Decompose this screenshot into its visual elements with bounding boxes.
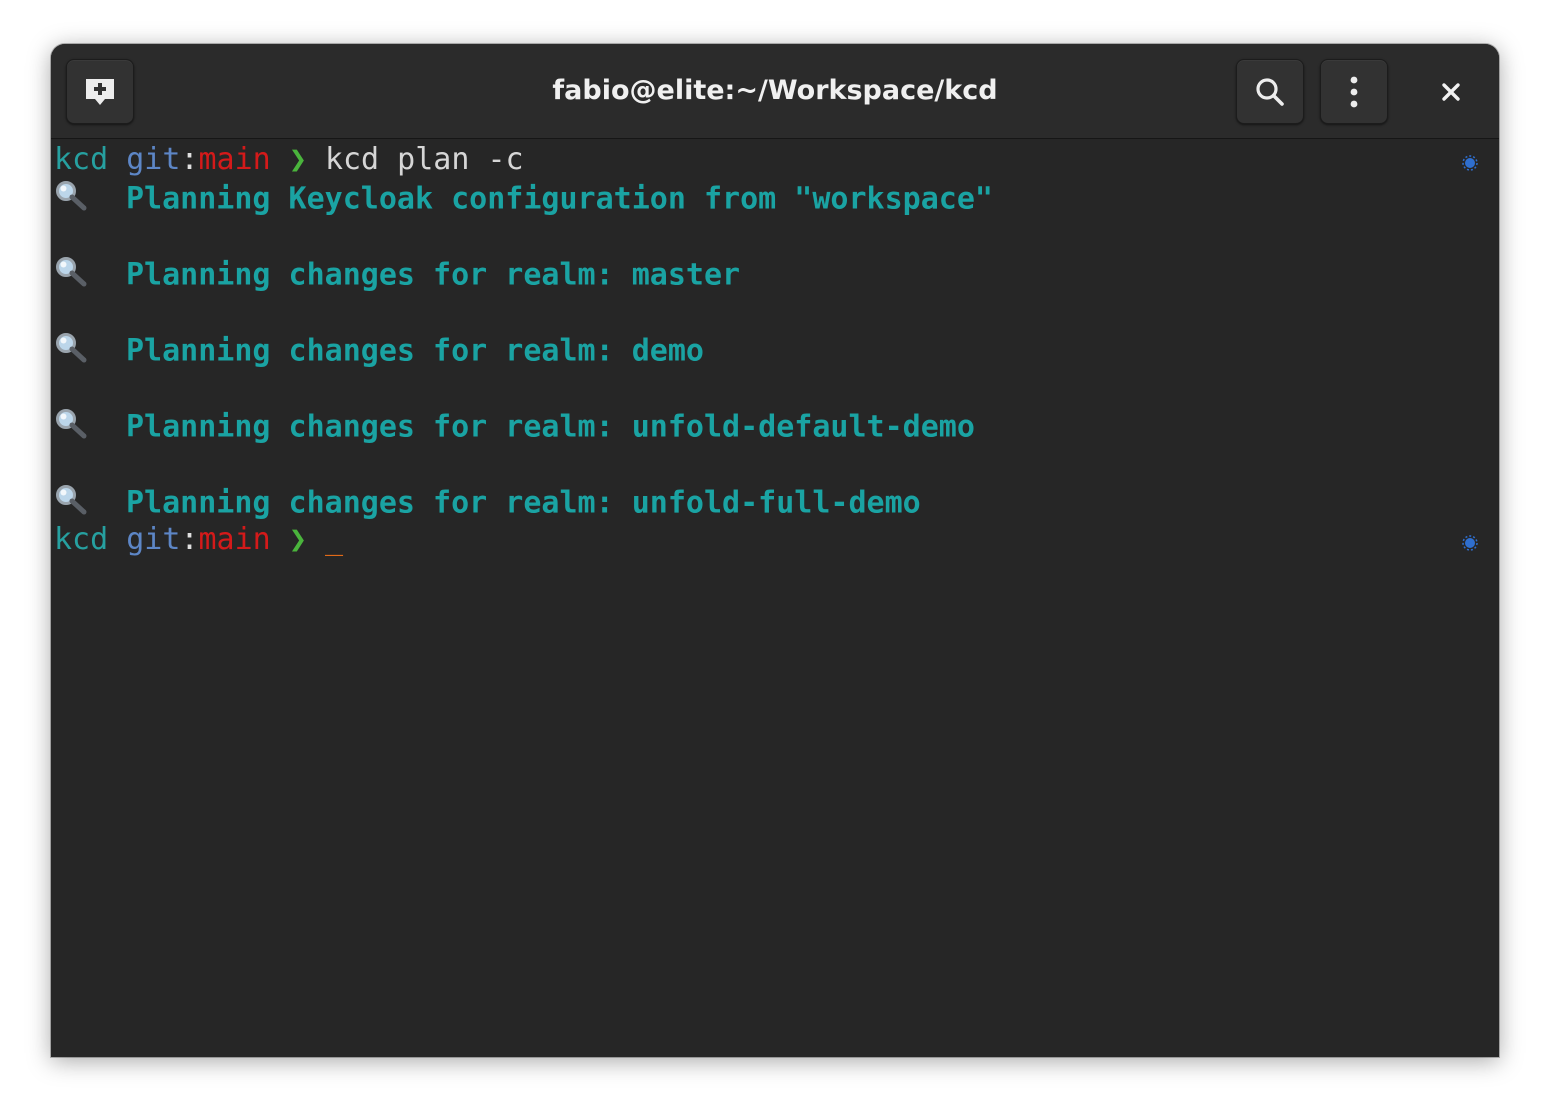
output-text: Planning changes for realm: unfold-defau… bbox=[126, 409, 975, 445]
prompt-branch: main bbox=[198, 522, 271, 557]
terminal-window: fabio@elite:~/Workspace/kcd kcd git:main… bbox=[51, 44, 1499, 1057]
magnifying-glass-icon bbox=[54, 179, 126, 221]
close-icon bbox=[1442, 82, 1460, 101]
prompt-colon: : bbox=[180, 522, 199, 557]
kebab-menu-icon bbox=[1350, 76, 1358, 107]
magnifying-glass-icon bbox=[54, 255, 126, 297]
command-text: kcd plan -c bbox=[324, 142, 524, 177]
prompt-git-label: git bbox=[126, 522, 181, 557]
output-line: Planning changes for realm: unfold-defau… bbox=[54, 407, 975, 445]
output-line: Planning changes for realm: unfold-full-… bbox=[54, 483, 921, 521]
output-text: Planning changes for realm: demo bbox=[126, 333, 704, 369]
magnifying-glass-icon bbox=[54, 483, 126, 525]
prompt-marker-icon bbox=[1462, 155, 1478, 171]
output-text: Planning changes for realm: unfold-full-… bbox=[126, 485, 921, 521]
new-tab-icon bbox=[86, 78, 114, 105]
main-menu-button[interactable] bbox=[1320, 59, 1388, 124]
close-button[interactable] bbox=[1417, 59, 1485, 124]
prompt-line: kcd git:main ❯ _ bbox=[54, 521, 343, 559]
output-text: Planning changes for realm: master bbox=[126, 257, 741, 293]
new-tab-button[interactable] bbox=[66, 59, 134, 124]
prompt-arrow: ❯ bbox=[288, 522, 307, 557]
output-text: Planning Keycloak configuration from "wo… bbox=[126, 181, 993, 217]
output-line: Planning changes for realm: master bbox=[54, 255, 740, 293]
prompt-directory: kcd bbox=[54, 142, 109, 177]
text-cursor: _ bbox=[324, 522, 343, 557]
prompt-colon: : bbox=[180, 142, 199, 177]
magnifying-glass-icon bbox=[54, 407, 126, 449]
terminal-view[interactable]: kcd git:main ❯ kcd plan -c Planning Keyc… bbox=[54, 141, 1494, 1051]
header-bar: fabio@elite:~/Workspace/kcd bbox=[51, 44, 1499, 139]
prompt-directory: kcd bbox=[54, 522, 109, 557]
output-line: Planning changes for realm: demo bbox=[54, 331, 704, 369]
prompt-marker-icon bbox=[1462, 535, 1478, 551]
prompt-branch: main bbox=[198, 142, 271, 177]
search-button[interactable] bbox=[1236, 59, 1304, 124]
prompt-line: kcd git:main ❯ kcd plan -c bbox=[54, 141, 524, 179]
magnifying-glass-icon bbox=[54, 331, 126, 373]
output-line: Planning Keycloak configuration from "wo… bbox=[54, 179, 993, 217]
prompt-git-label: git bbox=[126, 142, 181, 177]
prompt-arrow: ❯ bbox=[288, 142, 307, 177]
search-icon bbox=[1256, 77, 1284, 106]
